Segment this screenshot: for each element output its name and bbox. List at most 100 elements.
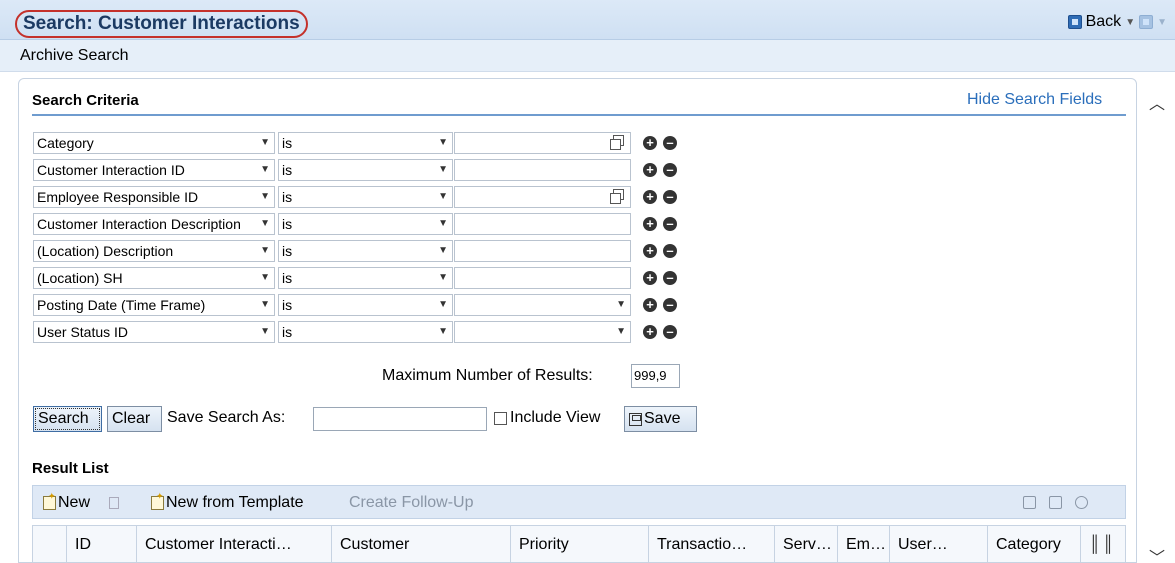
column-header[interactable]: Em… [838,526,890,563]
remove-row-icon[interactable]: – [663,271,677,285]
add-row-icon[interactable]: + [643,244,657,258]
chevron-down-icon: ▼ [438,137,448,148]
field-select[interactable]: Customer Interaction ID ▼ [33,159,275,181]
save-button[interactable]: Save [624,406,697,432]
column-header[interactable]: Category [988,526,1081,563]
chevron-down-icon: ▼ [260,326,270,337]
value-input[interactable] [454,186,631,208]
value-input[interactable] [454,159,631,181]
back-button[interactable]: Back [1086,13,1122,31]
chevron-down-icon: ▼ [616,326,626,337]
add-row-icon[interactable]: + [643,163,657,177]
operator-select[interactable]: is ▼ [278,213,453,235]
include-view-option[interactable]: Include View [494,409,600,427]
chevron-down-icon: ▼ [260,245,270,256]
value-select[interactable]: ▼ [454,321,631,343]
clear-button[interactable]: Clear [107,406,162,432]
chevron-down-icon: ▼ [438,191,448,202]
title-bar: Search: Customer Interactions Back ▼ ▼ [0,0,1175,40]
result-toolbar: New New from Template Create Follow-Up [32,485,1126,519]
operator-select[interactable]: is ▼ [278,240,453,262]
remove-row-icon[interactable]: – [663,163,677,177]
chevron-down-icon: ▼ [260,164,270,175]
add-row-icon[interactable]: + [643,298,657,312]
field-select[interactable]: (Location) Description ▼ [33,240,275,262]
remove-row-icon[interactable]: – [663,298,677,312]
chevron-down-icon: ▼ [260,299,270,310]
column-header[interactable]: Serv… [775,526,838,563]
archive-search-title: Archive Search [20,47,129,64]
result-list-heading: Result List [32,460,109,477]
operator-select[interactable]: is ▼ [278,159,453,181]
remove-row-icon[interactable]: – [663,190,677,204]
operator-select[interactable]: is ▼ [278,321,453,343]
hide-search-fields-link[interactable]: Hide Search Fields [967,91,1102,109]
chart-icon[interactable] [1023,496,1036,509]
value-input[interactable] [454,213,631,235]
copy-icon[interactable] [109,497,119,509]
field-select[interactable]: (Location) SH ▼ [33,267,275,289]
operator-select[interactable]: is ▼ [278,267,453,289]
add-row-icon[interactable]: + [643,271,657,285]
scroll-down-chevron-icon[interactable]: ﹀ [1149,544,1165,563]
chevron-down-icon: ▼ [438,299,448,310]
sub-header: Archive Search [0,40,1175,72]
remove-row-icon[interactable]: – [663,325,677,339]
criteria-row: (Location) Description ▼ is ▼ + – [33,240,713,262]
include-view-checkbox[interactable] [494,411,507,425]
export-icon[interactable] [1049,496,1062,509]
operator-select[interactable]: is ▼ [278,132,453,154]
vertical-scrollbar[interactable]: ︿ ﹀ [1141,78,1175,563]
chevron-down-icon: ▼ [438,326,448,337]
max-results-label: Maximum Number of Results: [382,367,593,384]
scroll-up-chevron-icon[interactable]: ︿ [1149,90,1165,114]
max-results-input[interactable]: 999,9 [631,364,680,388]
value-input[interactable] [454,240,631,262]
remove-row-icon[interactable]: – [663,217,677,231]
chevron-down-icon: ▼ [616,299,626,310]
column-header[interactable]: User… [890,526,988,563]
column-header[interactable]: ID [67,526,137,563]
field-select[interactable]: Category ▼ [33,132,275,154]
criteria-row: Customer Interaction ID ▼ is ▼ + – [33,159,713,181]
new-from-template-button[interactable]: New from Template [151,491,304,512]
operator-select[interactable]: is ▼ [278,186,453,208]
back-history-chevron-icon[interactable]: ▼ [1125,17,1135,28]
page-title: Search: Customer Interactions [15,10,308,38]
value-select[interactable]: ▼ [454,294,631,316]
create-follow-up-button[interactable]: Create Follow-Up [349,494,473,512]
chevron-down-icon: ▼ [438,218,448,229]
value-help-icon[interactable] [610,189,624,204]
forward-arrow-icon[interactable] [1139,15,1154,29]
value-help-icon[interactable] [610,135,624,150]
add-row-icon[interactable]: + [643,217,657,231]
save-search-as-input[interactable] [313,407,487,431]
column-header[interactable]: Customer Interacti… [137,526,332,563]
chevron-down-icon: ▼ [260,191,270,202]
chevron-down-icon: ▼ [438,245,448,256]
value-input[interactable] [454,267,631,289]
search-button[interactable]: Search [33,406,102,432]
add-row-icon[interactable]: + [643,325,657,339]
value-input[interactable] [454,132,631,154]
column-header[interactable]: Transactio… [649,526,775,563]
chevron-down-icon: ▼ [260,272,270,283]
add-row-icon[interactable]: + [643,190,657,204]
field-select[interactable]: Posting Date (Time Frame) ▼ [33,294,275,316]
add-row-icon[interactable]: + [643,136,657,150]
field-select[interactable]: Employee Responsible ID ▼ [33,186,275,208]
field-select[interactable]: User Status ID ▼ [33,321,275,343]
remove-row-icon[interactable]: – [663,244,677,258]
new-button[interactable]: New [43,491,90,512]
select-all-column[interactable] [33,526,67,563]
column-header[interactable]: Customer [332,526,511,563]
remove-row-icon[interactable]: – [663,136,677,150]
operator-select[interactable]: is ▼ [278,294,453,316]
column-header[interactable]: Priority [511,526,649,563]
criteria-row: Posting Date (Time Frame) ▼ is ▼ ▼ + – [33,294,713,316]
forward-history-chevron-icon[interactable]: ▼ [1157,17,1167,28]
chevron-down-icon: ▼ [438,164,448,175]
field-select[interactable]: Customer Interaction Description ▼ [33,213,275,235]
settings-icon[interactable] [1075,496,1088,509]
back-arrow-icon[interactable] [1067,15,1082,29]
